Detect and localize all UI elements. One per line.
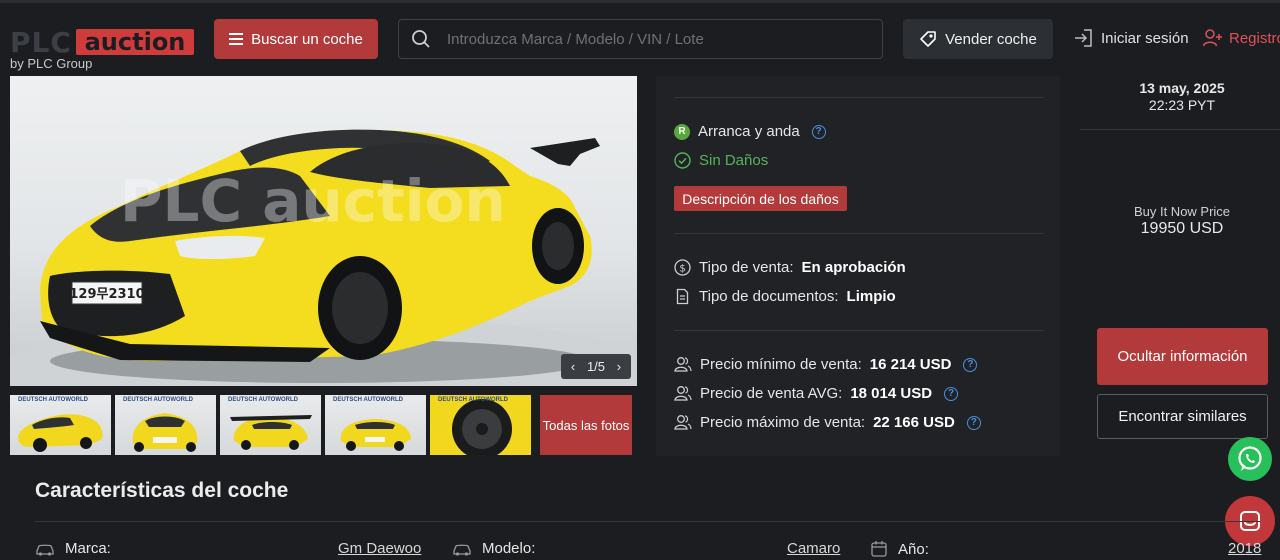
info-divider-1 bbox=[674, 233, 1044, 234]
next-image-icon[interactable]: › bbox=[617, 359, 621, 374]
thumbnail-brand: DEUTSCH AUTOWORLD bbox=[228, 397, 298, 403]
logo-plc-text: PLC bbox=[10, 26, 72, 59]
make-field: Marca: bbox=[35, 540, 111, 557]
thumbnail-4[interactable]: DEUTSCH AUTOWORLD bbox=[325, 395, 426, 455]
sale-type-row: $ Tipo de venta: En aprobación bbox=[674, 259, 906, 276]
search-bar[interactable] bbox=[398, 19, 883, 59]
price-max-label: Precio máximo de venta: bbox=[700, 414, 866, 431]
search-icon bbox=[412, 30, 430, 48]
menu-icon bbox=[229, 33, 244, 45]
make-label: Marca: bbox=[65, 540, 111, 557]
car-icon bbox=[36, 544, 54, 556]
model-value-link[interactable]: Camaro bbox=[787, 540, 840, 557]
damage-status-label: Sin Daños bbox=[699, 152, 769, 169]
documents-value: Limpio bbox=[846, 288, 896, 305]
info-divider-2 bbox=[674, 330, 1044, 331]
price-min-value: 16 214 USD bbox=[869, 356, 952, 373]
dollar-circle-icon: $ bbox=[674, 259, 691, 276]
hide-info-button[interactable]: Ocultar información bbox=[1097, 328, 1268, 385]
info-divider-top bbox=[674, 97, 1044, 98]
damage-description-button[interactable]: Descripción de los daños bbox=[674, 186, 847, 211]
thumbnail-brand: DEUTSCH AUTOWORLD bbox=[333, 397, 403, 403]
condition-label: Arranca y anda bbox=[698, 123, 800, 140]
condition-badge: R bbox=[674, 123, 690, 140]
license-plate: 129무2310 bbox=[69, 287, 144, 302]
price-avg-label: Precio de venta AVG: bbox=[700, 385, 843, 402]
auction-date: 13 may, 2025 bbox=[1139, 80, 1225, 96]
price-min-help-icon[interactable]: ? bbox=[963, 357, 978, 372]
prev-image-icon[interactable]: ‹ bbox=[571, 359, 575, 374]
image-total: 5 bbox=[597, 359, 606, 374]
find-car-label: Buscar un coche bbox=[251, 30, 363, 48]
sidebar-divider bbox=[1080, 129, 1280, 130]
user-add-icon bbox=[1203, 29, 1222, 47]
characteristics-title: Características del coche bbox=[35, 479, 289, 502]
thumbnail-1[interactable]: DEUTSCH AUTOWORLD bbox=[10, 395, 111, 455]
find-car-button[interactable]: Buscar un coche bbox=[214, 19, 378, 59]
thumbnail-strip: DEUTSCH AUTOWORLD DEUTSCH AUTOWORLD DEUT… bbox=[10, 395, 650, 455]
login-label: Iniciar sesión bbox=[1101, 29, 1189, 47]
register-link[interactable]: Registro bbox=[1203, 29, 1280, 47]
year-field: Año: bbox=[870, 540, 929, 558]
document-icon bbox=[676, 288, 689, 305]
price-max-row: Precio máximo de venta: 22 166 USD ? bbox=[674, 414, 981, 431]
price-max-value: 22 166 USD bbox=[873, 414, 955, 431]
sale-type-value: En aprobación bbox=[801, 259, 906, 276]
users-icon bbox=[674, 357, 692, 372]
documents-label: Tipo de documentos: bbox=[699, 288, 839, 305]
condition-row: R Arranca y anda ? bbox=[674, 123, 826, 140]
check-circle-icon bbox=[674, 152, 691, 169]
sale-type-label: Tipo de venta: bbox=[699, 259, 794, 276]
thumbnail-5[interactable]: DEUTSCH AUTOWORLD bbox=[430, 395, 531, 455]
image-counter-text: 1/5 bbox=[587, 359, 605, 374]
price-avg-value: 18 014 USD bbox=[850, 385, 933, 402]
price-min-row: Precio mínimo de venta: 16 214 USD ? bbox=[674, 356, 978, 373]
auction-time: 22:23 PYT bbox=[1148, 97, 1216, 113]
main-car-photo[interactable]: 129무2310 PLC auction bbox=[10, 76, 637, 386]
find-similar-button[interactable]: Encontrar similares bbox=[1097, 394, 1268, 439]
thumbnail-3[interactable]: DEUTSCH AUTOWORLD bbox=[220, 395, 321, 455]
make-value-link[interactable]: Gm Daewoo bbox=[338, 540, 421, 557]
price-min-label: Precio mínimo de venta: bbox=[700, 356, 862, 373]
price-avg-row: Precio de venta AVG: 18 014 USD ? bbox=[674, 385, 959, 402]
photo-watermark: PLC auction bbox=[120, 167, 506, 235]
buy-it-now-price: 19950 USD bbox=[1140, 220, 1224, 237]
model-label: Modelo: bbox=[482, 540, 536, 557]
whatsapp-button[interactable] bbox=[1228, 437, 1272, 481]
thumbnail-brand: DEUTSCH AUTOWORLD bbox=[123, 397, 193, 403]
image-counter: ‹ 1/5 › bbox=[561, 354, 631, 379]
logo-auction-text: auction bbox=[76, 29, 194, 55]
model-field: Modelo: bbox=[452, 540, 535, 557]
thumbnail-brand: DEUTSCH AUTOWORLD bbox=[18, 397, 88, 403]
thumbnail-2[interactable]: DEUTSCH AUTOWORLD bbox=[115, 395, 216, 455]
documents-row: Tipo de documentos: Limpio bbox=[674, 288, 896, 305]
car-illustration: 129무2310 PLC auction bbox=[10, 129, 637, 386]
search-input[interactable] bbox=[447, 30, 847, 48]
login-icon bbox=[1075, 29, 1092, 47]
site-header: PLC auction by PLC Group Buscar un coche… bbox=[0, 3, 1280, 76]
thumbnail-brand: DEUTSCH AUTOWORLD bbox=[438, 397, 508, 403]
buy-it-now-label: Buy It Now Price bbox=[1133, 204, 1231, 219]
location-tag-icon bbox=[920, 31, 936, 47]
whatsapp-icon bbox=[1238, 446, 1262, 471]
characteristics-divider bbox=[35, 521, 1260, 522]
price-max-help-icon[interactable]: ? bbox=[966, 415, 981, 430]
damage-status-row: Sin Daños bbox=[674, 152, 768, 169]
condition-help-icon[interactable]: ? bbox=[811, 124, 826, 139]
all-photos-button[interactable]: Todas las fotos bbox=[540, 395, 632, 455]
logo-subtitle: by PLC Group bbox=[10, 56, 93, 71]
register-label: Registro bbox=[1229, 29, 1280, 47]
sell-car-button[interactable]: Vender coche bbox=[903, 19, 1053, 59]
year-value-link[interactable]: 2018 bbox=[1228, 540, 1261, 557]
calendar-icon bbox=[871, 541, 887, 557]
price-avg-help-icon[interactable]: ? bbox=[944, 386, 959, 401]
svg-text:$: $ bbox=[679, 264, 685, 275]
users-icon bbox=[674, 386, 692, 401]
login-link[interactable]: Iniciar sesión bbox=[1073, 29, 1189, 47]
car-icon bbox=[453, 544, 471, 556]
plc-auction-logo[interactable]: PLC auction by PLC Group bbox=[10, 29, 200, 73]
sell-car-label: Vender coche bbox=[945, 30, 1037, 48]
year-label: Año: bbox=[898, 540, 929, 558]
users-icon bbox=[674, 415, 692, 430]
